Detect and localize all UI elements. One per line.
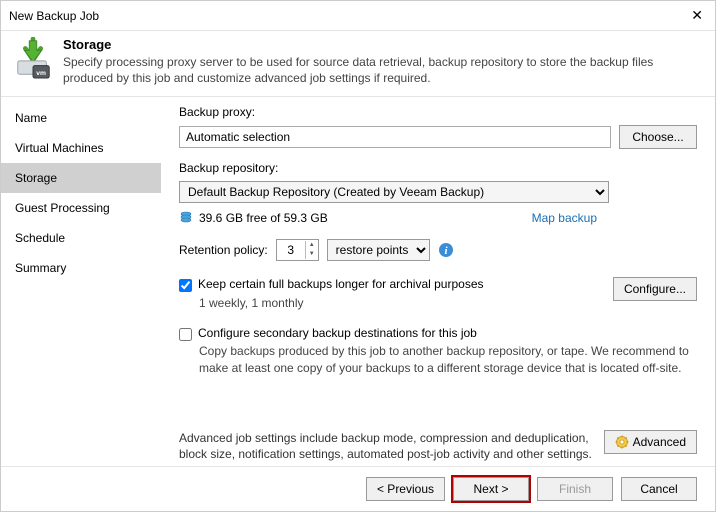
header-title: Storage [63,37,703,52]
cancel-button[interactable]: Cancel [621,477,697,501]
app-icon: vm [13,37,53,79]
keep-full-checkbox[interactable] [179,279,192,292]
retention-unit-select[interactable]: restore points [327,239,430,261]
sidebar-item-summary[interactable]: Summary [1,253,161,283]
retention-policy-label: Retention policy: [179,243,268,257]
advanced-button[interactable]: Advanced [604,430,697,454]
finish-button[interactable]: Finish [537,477,613,501]
advanced-button-label: Advanced [633,435,686,449]
window-title: New Backup Job [9,9,687,23]
sidebar-item-schedule[interactable]: Schedule [1,223,161,253]
free-space-text: 39.6 GB free of 59.3 GB [199,211,328,225]
main-panel: Backup proxy: Choose... Backup repositor… [161,97,715,466]
configure-button[interactable]: Configure... [613,277,697,301]
backup-proxy-label: Backup proxy: [179,105,697,119]
backup-repository-label: Backup repository: [179,161,697,175]
title-bar: New Backup Job ✕ [1,1,715,31]
keep-full-summary: 1 weekly, 1 monthly [179,296,605,310]
sidebar-item-guest-processing[interactable]: Guest Processing [1,193,161,223]
choose-button[interactable]: Choose... [619,125,697,149]
info-icon[interactable]: i [438,242,454,258]
advanced-description: Advanced job settings include backup mod… [179,430,596,462]
disk-stack-icon [179,211,193,225]
gear-icon [615,435,629,449]
sidebar-item-name[interactable]: Name [1,103,161,133]
map-backup-link[interactable]: Map backup [532,211,597,225]
wizard-sidebar: Name Virtual Machines Storage Guest Proc… [1,97,161,466]
spinner-down-icon[interactable]: ▼ [306,250,318,259]
sidebar-item-virtual-machines[interactable]: Virtual Machines [1,133,161,163]
retention-spinner[interactable]: ▲ ▼ [276,239,319,261]
next-button[interactable]: Next > [453,477,529,501]
wizard-footer: < Previous Next > Finish Cancel [1,466,715,511]
secondary-label: Configure secondary backup destinations … [198,326,477,340]
backup-proxy-input[interactable] [179,126,611,148]
backup-repository-select[interactable]: Default Backup Repository (Created by Ve… [179,181,609,203]
close-icon[interactable]: ✕ [687,7,707,24]
header-description: Specify processing proxy server to be us… [63,54,703,86]
window-root: New Backup Job ✕ vm Storage Specify proc… [0,0,716,512]
previous-button[interactable]: < Previous [366,477,445,501]
secondary-checkbox[interactable] [179,328,192,341]
spinner-up-icon[interactable]: ▲ [306,241,318,250]
retention-value-input[interactable] [277,240,305,260]
sidebar-item-storage[interactable]: Storage [1,163,161,193]
wizard-header: vm Storage Specify processing proxy serv… [1,31,715,97]
keep-full-checkbox-row[interactable]: Keep certain full backups longer for arc… [179,277,605,292]
secondary-description: Copy backups produced by this job to ano… [179,343,697,375]
secondary-checkbox-row[interactable]: Configure secondary backup destinations … [179,326,697,341]
keep-full-label: Keep certain full backups longer for arc… [198,277,484,291]
svg-text:vm: vm [36,70,46,77]
